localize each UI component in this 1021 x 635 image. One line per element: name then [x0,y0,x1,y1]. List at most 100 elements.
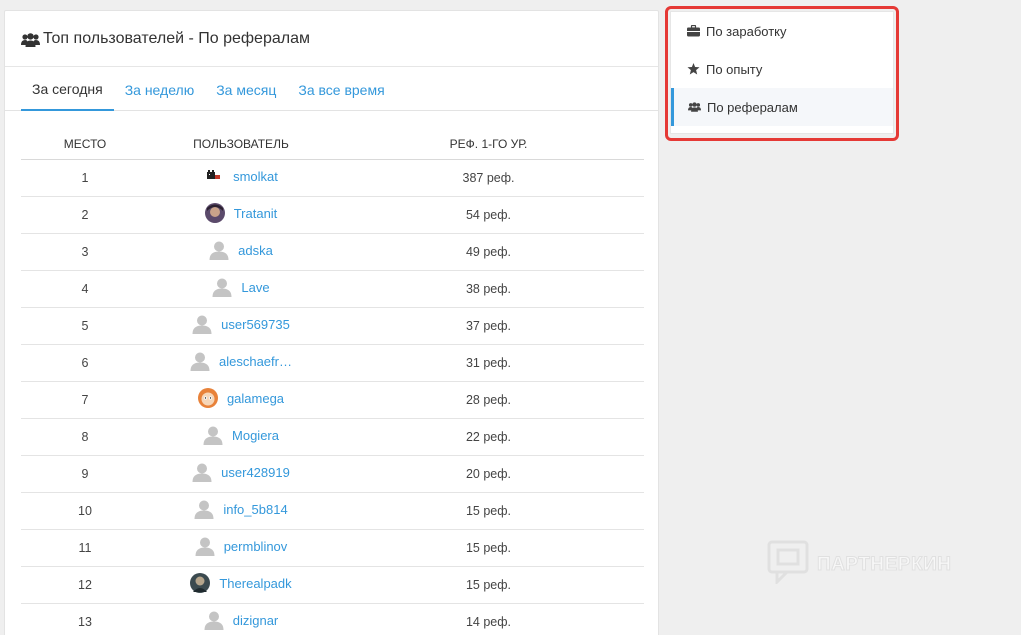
place-cell: 1 [21,159,149,197]
column-header-user: ПОЛЬЗОВАТЕЛЬ [149,130,333,160]
table-row: 13 dizignar 14 реф. [21,603,644,635]
table-row: 1 smolkat 387 реф. [21,159,644,197]
column-header-place: МЕСТО [21,130,149,160]
user-link[interactable]: dizignar [233,613,279,628]
table-row: 9 user428919 20 реф. [21,455,644,493]
photo-avatar[interactable] [204,203,225,223]
cartoon-avatar[interactable] [197,388,218,408]
user-link[interactable]: smolkat [233,169,278,184]
user-link[interactable]: galamega [227,391,284,406]
user-cell: permblinov [149,529,333,567]
default-user-icon[interactable] [192,314,212,334]
user-link[interactable]: info_5b814 [223,502,287,517]
user-link[interactable]: Therealpadk [219,576,291,591]
table-row: 11 permblinov 15 реф. [21,529,644,567]
user-cell: smolkat [149,159,333,197]
card-header: Топ пользователей - По рефералам [5,11,658,67]
refs-cell: 37 реф. [333,307,644,345]
refs-cell: 20 реф. [333,455,644,493]
photo-avatar-dark[interactable] [190,573,211,593]
period-tabs: За сегодня За неделю За месяц За все вре… [5,67,658,111]
place-cell: 10 [21,492,149,530]
leaderboard-table: МЕСТО ПОЛЬЗОВАТЕЛЬ РЕФ. 1-ГО УР. 1 smolka… [21,130,644,635]
user-cell: galamega [149,381,333,419]
column-header-refs: РЕФ. 1-ГО УР. [333,130,644,160]
refs-cell: 15 реф. [333,529,644,567]
default-user-icon[interactable] [204,610,224,630]
refs-cell: 54 реф. [333,196,644,234]
place-cell: 9 [21,455,149,493]
table-header-row: МЕСТО ПОЛЬЗОВАТЕЛЬ РЕФ. 1-ГО УР. [21,130,644,160]
refs-cell: 387 реф. [333,159,644,197]
place-cell: 2 [21,196,149,234]
user-link[interactable]: aleschaefr… [219,354,292,369]
user-cell: Tratanit [149,196,333,234]
user-link[interactable]: adska [238,243,273,258]
menu-item-referrals[interactable]: По рефералам [671,88,893,126]
user-cell: dizignar [149,603,333,635]
user-cell: adska [149,233,333,271]
user-cell: user569735 [149,307,333,345]
table-row: 10 info_5b814 15 реф. [21,492,644,530]
user-cell: Therealpadk [149,566,333,604]
refs-cell: 15 реф. [333,566,644,604]
refs-cell: 49 реф. [333,233,644,271]
refs-cell: 28 реф. [333,381,644,419]
table-row: 6 aleschaefr… 31 реф. [21,344,644,382]
tab-today[interactable]: За сегодня [21,68,114,111]
place-cell: 12 [21,566,149,604]
watermark-text: ПАРТНЕРКИН [816,553,952,575]
users-icon [21,32,40,47]
menu-item-label: По опыту [706,61,763,77]
default-user-icon[interactable] [203,425,223,445]
table-row: 7 galamega 28 реф. [21,381,644,419]
tab-month[interactable]: За месяц [205,68,287,111]
pixel-icon[interactable] [204,166,224,186]
sort-menu: По заработку По опыту По рефералам [670,11,894,134]
table-row: 2 Tratanit 54 реф. [21,196,644,234]
page-title: Топ пользователей - По рефералам [43,29,310,47]
place-cell: 4 [21,270,149,308]
refs-cell: 15 реф. [333,492,644,530]
watermark: ПАРТНЕРКИН [767,540,951,589]
tab-week[interactable]: За неделю [114,68,206,111]
default-user-icon[interactable] [195,536,215,556]
user-link[interactable]: Tratanit [234,206,278,221]
table-row: 8 Mogiera 22 реф. [21,418,644,456]
user-link[interactable]: Mogiera [232,428,279,443]
user-cell: Lave [149,270,333,308]
user-link[interactable]: permblinov [224,539,288,554]
place-cell: 5 [21,307,149,345]
menu-item-label: По заработку [706,23,787,39]
user-link[interactable]: Lave [241,280,269,295]
leaderboard-card: Топ пользователей - По рефералам За сего… [4,10,659,635]
watermark-logo-icon [767,540,809,589]
place-cell: 11 [21,529,149,567]
table-row: 3 adska 49 реф. [21,233,644,271]
menu-footer [671,126,893,133]
user-cell: aleschaefr… [149,344,333,382]
menu-item-earnings[interactable]: По заработку [671,12,893,50]
place-cell: 8 [21,418,149,456]
user-link[interactable]: user569735 [221,317,290,332]
default-user-icon[interactable] [212,277,232,297]
default-user-icon[interactable] [194,499,214,519]
place-cell: 7 [21,381,149,419]
default-user-icon[interactable] [190,351,210,371]
table-row: 5 user569735 37 реф. [21,307,644,345]
menu-item-experience[interactable]: По опыту [671,50,893,88]
briefcase-icon [687,24,700,37]
user-cell: info_5b814 [149,492,333,530]
table-body: 1 smolkat 387 реф. 2 Tratanit 54 реф. 3 adska 49… [21,159,644,635]
table-row: 4 Lave 38 реф. [21,270,644,308]
table-row: 12 Therealpadk 15 реф. [21,566,644,604]
default-user-icon[interactable] [209,240,229,260]
star-icon [687,63,700,75]
menu-item-label: По рефералам [707,99,798,115]
default-user-icon[interactable] [192,462,212,482]
refs-cell: 31 реф. [333,344,644,382]
refs-cell: 38 реф. [333,270,644,308]
tab-all-time[interactable]: За все время [287,68,395,111]
user-link[interactable]: user428919 [221,465,290,480]
place-cell: 6 [21,344,149,382]
